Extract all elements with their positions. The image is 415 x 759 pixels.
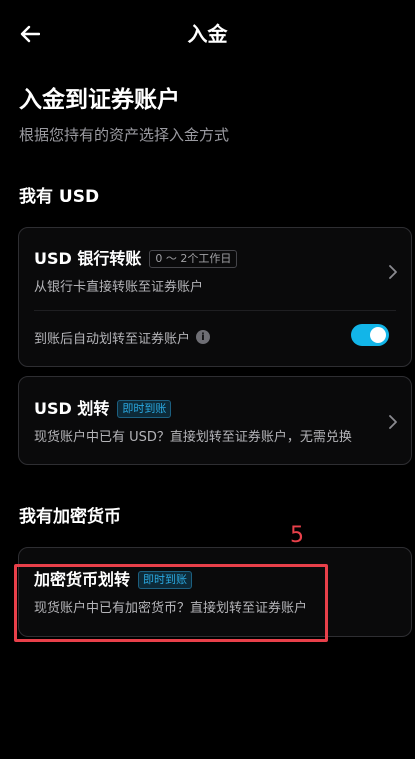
auto-transfer-toggle[interactable]: [351, 324, 389, 346]
chevron-right-icon[interactable]: [387, 265, 399, 279]
chevron-right-icon: [389, 415, 397, 429]
section-title-usd: 我有 USD: [19, 187, 100, 207]
page-title: 入金到证券账户: [19, 87, 180, 113]
section-title-crypto: 我有加密货币: [19, 507, 121, 527]
usd-bank-transfer-card: USD 银行转账 0 ～ 2个工作日 从银行卡直接转账至证券账户 到账后自动划转…: [18, 227, 412, 367]
step-highlight-box: [14, 564, 328, 642]
page-subtitle: 根据您持有的资产选择入金方式: [19, 126, 230, 144]
header-title: 入金: [187, 22, 228, 46]
card-title: USD 银行转账: [34, 249, 142, 268]
card-description: 从银行卡直接转账至证券账户: [34, 280, 204, 295]
usd-bank-transfer-option[interactable]: USD 银行转账 0 ～ 2个工作日 从银行卡直接转账至证券账户: [34, 248, 396, 298]
usd-transfer-card[interactable]: USD 划转 即时到账 现货账户中已有 USD？直接划转至证券账户，无需兑换: [18, 376, 412, 465]
instant-badge: 即时到账: [117, 400, 172, 418]
step-number-label: 5: [290, 523, 304, 548]
divider: [34, 310, 396, 311]
card-description: 现货账户中已有 USD？直接划转至证券账户，无需兑换: [34, 430, 352, 445]
info-icon[interactable]: i: [196, 330, 211, 344]
auto-transfer-row: 到账后自动划转至证券账户 i: [34, 324, 396, 350]
toggle-knob: [370, 327, 386, 343]
auto-transfer-label: 到账后自动划转至证券账户: [34, 331, 191, 347]
duration-badge: 0 ～ 2个工作日: [149, 250, 238, 268]
top-bar: 入金: [0, 0, 415, 68]
card-title: USD 划转: [34, 399, 110, 418]
